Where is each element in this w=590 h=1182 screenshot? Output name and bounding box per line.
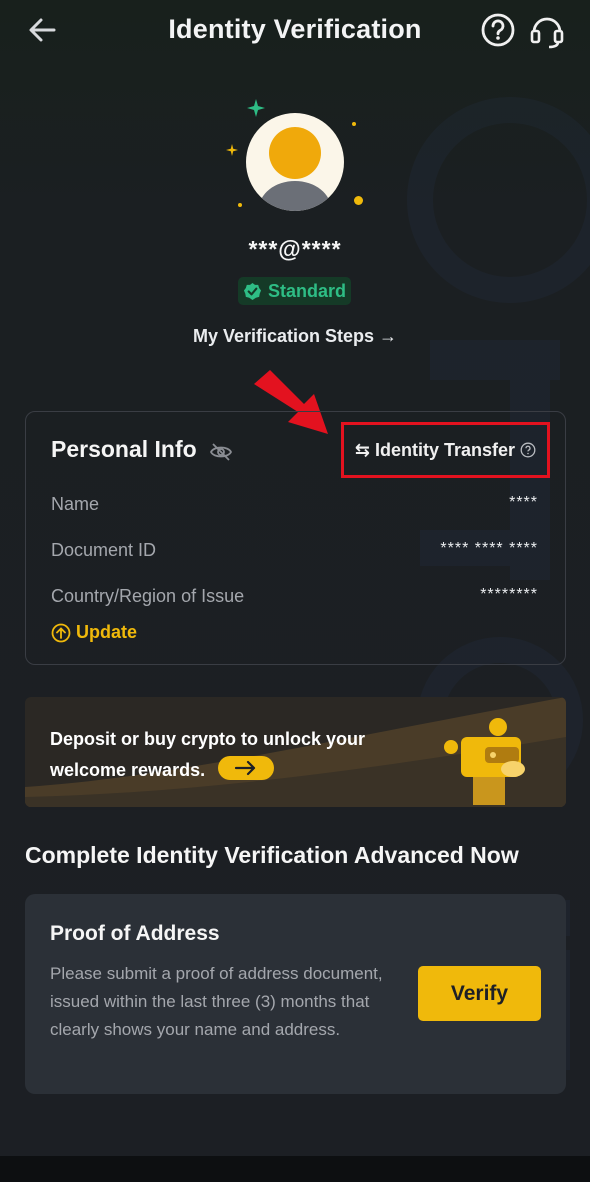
- headset-icon: [530, 17, 564, 49]
- steps-link-label: My Verification Steps: [192, 326, 375, 346]
- check-badge-icon: [243, 282, 262, 300]
- decor-dot: [238, 203, 242, 207]
- name-value: ****: [509, 494, 538, 511]
- section-title: Complete Identity Verification Advanced …: [25, 842, 519, 868]
- personal-info-title: Personal Info: [51, 436, 197, 462]
- document-id-value: **** **** ****: [440, 540, 538, 557]
- verification-steps-link[interactable]: My Verification Steps →: [0, 326, 590, 347]
- country-label: Country/Region of Issue: [51, 586, 245, 606]
- eye-off-icon: [209, 443, 233, 461]
- banner-go-button[interactable]: [218, 756, 274, 780]
- sparkle-icon: [226, 144, 238, 156]
- avatar: [246, 113, 344, 211]
- hide-info-button[interactable]: [209, 442, 233, 462]
- wallet-icon: [444, 718, 525, 805]
- help-button[interactable]: [480, 12, 516, 48]
- arrow-up-circle-icon: [51, 623, 71, 642]
- arrow-right-icon: [234, 760, 256, 776]
- user-avatar-icon: [259, 127, 331, 211]
- decor-dot: [352, 122, 356, 126]
- banner-line-2: welcome rewards.: [50, 760, 206, 780]
- identity-transfer-button[interactable]: ⇆ Identity Transfer: [341, 422, 550, 478]
- banner-line-1: Deposit or buy crypto to unlock your: [50, 729, 366, 749]
- sparkle-icon: [247, 99, 265, 117]
- country-value: ********: [480, 586, 538, 603]
- verify-button[interactable]: Verify: [418, 966, 541, 1021]
- proof-description: Please submit a proof of address documen…: [50, 964, 383, 1039]
- badge-label: Standard: [267, 280, 346, 301]
- proof-title: Proof of Address: [50, 922, 220, 945]
- document-id-label: Document ID: [51, 540, 157, 560]
- status-badge: Standard: [238, 277, 351, 305]
- name-label: Name: [51, 494, 100, 514]
- system-nav-bar: [0, 1156, 590, 1182]
- update-label: Update: [76, 622, 138, 642]
- identity-transfer-label: Identity Transfer: [375, 439, 516, 460]
- question-circle-icon: [520, 442, 536, 458]
- arrow-right-icon: →: [379, 326, 398, 346]
- transfer-icon: ⇆: [354, 439, 371, 460]
- account-email: ***@****: [248, 236, 342, 262]
- decor-dot: [354, 196, 363, 205]
- banner-text: Deposit or buy crypto to unlock your wel…: [50, 724, 365, 786]
- update-button[interactable]: Update: [51, 622, 137, 643]
- support-button[interactable]: [528, 12, 566, 50]
- question-circle-icon: [481, 13, 515, 47]
